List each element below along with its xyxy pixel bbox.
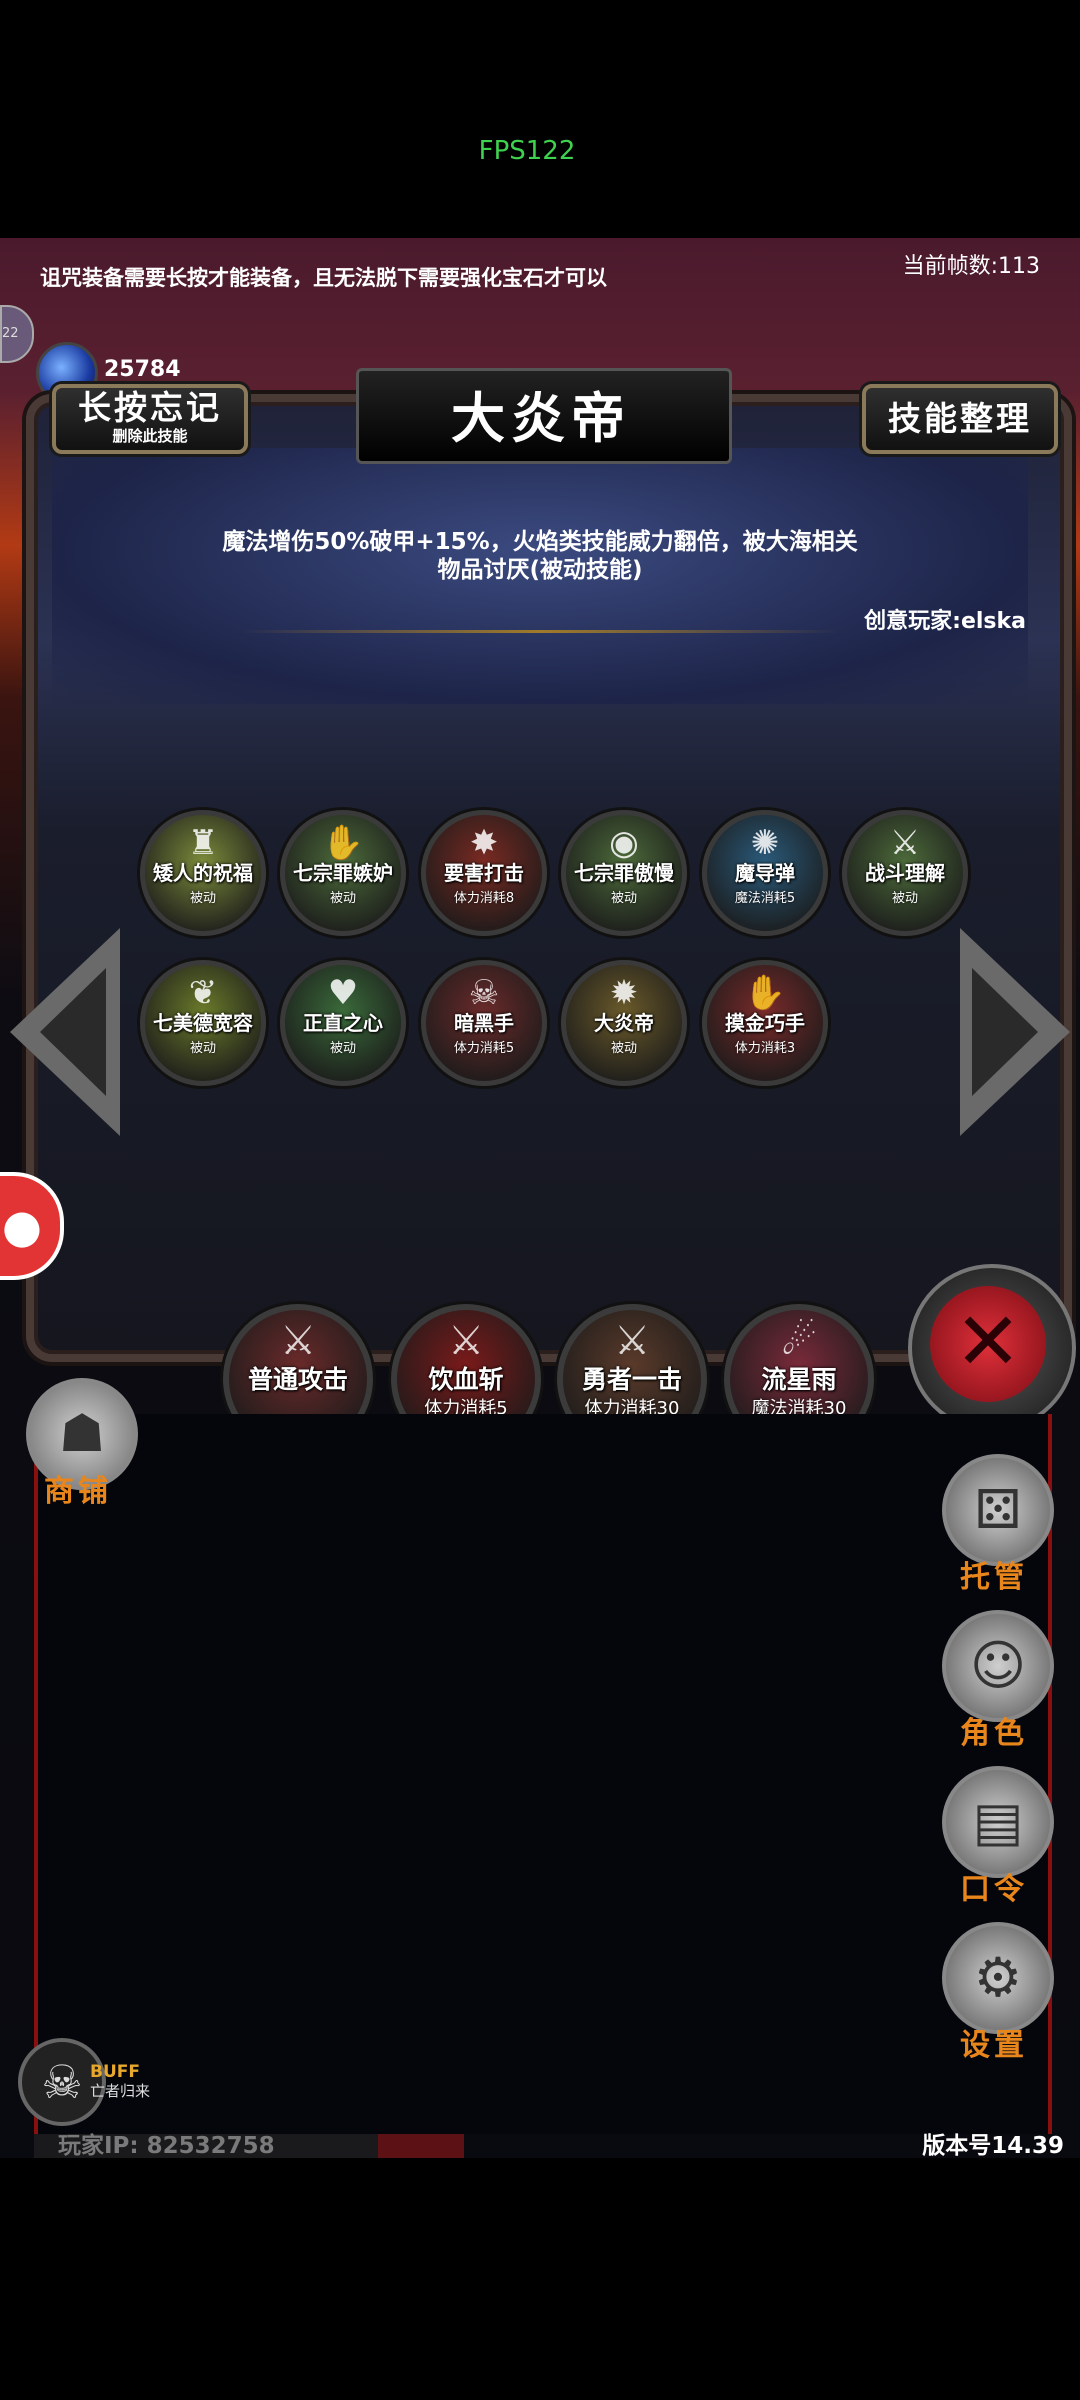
skill-cost: 被动 bbox=[189, 1041, 216, 1056]
skill-name: 暗黑手 bbox=[454, 1011, 514, 1035]
action-skill-name: 普通攻击 bbox=[247, 1365, 348, 1394]
next-arrow-inner bbox=[972, 968, 1038, 1096]
skill-name: 七美德宽容 bbox=[153, 1011, 253, 1035]
skill-cost: 被动 bbox=[891, 891, 918, 906]
prev-arrow-inner bbox=[40, 968, 106, 1096]
skill-name: 魔导弹 bbox=[735, 861, 795, 885]
creator-credit: 创意玩家:elska bbox=[864, 609, 1026, 634]
skill-name: 要害打击 bbox=[444, 861, 524, 885]
skill-name: 摸金巧手 bbox=[725, 1011, 805, 1035]
skill-name: 正直之心 bbox=[303, 1011, 383, 1035]
skill-name: 七宗罪傲慢 bbox=[574, 861, 674, 885]
skill-cost: 被动 bbox=[329, 1041, 356, 1056]
notice-text: 诅咒装备需要长按才能装备，且无法脱下需要强化宝石才可以 bbox=[40, 266, 607, 290]
action-skill-name: 饮血斩 bbox=[428, 1365, 504, 1394]
sidebar-label[interactable]: 设置 bbox=[942, 2020, 1046, 2064]
skill-slot[interactable]: ❦ 七美德宽容 被动 bbox=[140, 960, 266, 1086]
skill-slot[interactable]: ✋ 摸金巧手 体力消耗3 bbox=[702, 960, 828, 1086]
skill-name: 战斗理解 bbox=[865, 861, 945, 885]
cross-swords-icon: ⚔ bbox=[614, 1318, 650, 1364]
skill-slot[interactable]: ✋ 七宗罪嫉妒 被动 bbox=[280, 810, 406, 936]
meteor-icon: ☄ bbox=[781, 1318, 817, 1364]
sword-icon: ⚔ bbox=[280, 1318, 316, 1364]
forget-button-sub: 删除此技能 bbox=[112, 427, 188, 445]
skill-cost: 被动 bbox=[189, 891, 216, 906]
skill-cost: 被动 bbox=[610, 1041, 637, 1056]
skill-cost: 魔法消耗5 bbox=[734, 891, 796, 906]
skill-cost: 体力消耗8 bbox=[453, 891, 515, 906]
dice-icon[interactable]: ⚄ bbox=[942, 1454, 1054, 1566]
skill-title: 大炎帝 bbox=[451, 387, 631, 450]
buff-sub: 亡者归来 bbox=[90, 2082, 151, 2100]
skill-cost: 体力消耗3 bbox=[734, 1041, 796, 1056]
player-ip: 玩家IP: 82532758 bbox=[58, 2133, 275, 2159]
skill-name: 矮人的祝福 bbox=[153, 861, 253, 885]
gem-count: 25784 bbox=[104, 357, 181, 382]
divider bbox=[240, 630, 840, 633]
skill-slot[interactable]: ☠ 暗黑手 体力消耗5 bbox=[421, 960, 547, 1086]
lower-area bbox=[34, 1414, 1052, 2134]
frame-count: 当前帧数:113 bbox=[902, 254, 1040, 279]
sidebar-label[interactable]: 托管 bbox=[942, 1552, 1046, 1596]
skill-slot[interactable]: ⚔ 战斗理解 被动 bbox=[842, 810, 968, 936]
sidebar-label[interactable]: 角色 bbox=[942, 1708, 1046, 1752]
shop-label[interactable]: 商铺 bbox=[26, 1466, 130, 1510]
skill-cost: 被动 bbox=[610, 891, 637, 906]
scroll-icon[interactable]: ▤ bbox=[942, 1766, 1054, 1878]
forget-button-label: 长按忘记 bbox=[78, 388, 222, 427]
skill-slot[interactable]: ✺ 魔导弹 魔法消耗5 bbox=[702, 810, 828, 936]
skill-slot[interactable]: ✹ 大炎帝 被动 bbox=[561, 960, 687, 1086]
sort-skills-button[interactable]: 技能整理 bbox=[862, 384, 1058, 454]
action-skill-name: 勇者一击 bbox=[581, 1365, 682, 1394]
skill-slot[interactable]: ♜ 矮人的祝福 被动 bbox=[140, 810, 266, 936]
blade-icon: ⚔ bbox=[448, 1318, 484, 1364]
gear-icon[interactable]: ⚙ bbox=[942, 1922, 1054, 2034]
skill-description: 魔法增伤50%破甲+15%，火焰类技能威力翻倍，被大海相关物品讨厌(被动技能) bbox=[222, 529, 858, 583]
action-skill-name: 流星雨 bbox=[761, 1365, 837, 1394]
close-icon[interactable]: ✕ bbox=[930, 1286, 1046, 1402]
sidebar-label[interactable]: 口令 bbox=[942, 1864, 1046, 1908]
skill-slot[interactable]: ♥ 正直之心 被动 bbox=[280, 960, 406, 1086]
version-number: 版本号14.39 bbox=[922, 2133, 1064, 2159]
skill-slot[interactable]: ✸ 要害打击 体力消耗8 bbox=[421, 810, 547, 936]
character-icon[interactable]: ☺ bbox=[942, 1610, 1054, 1722]
fps-counter: FPS122 bbox=[478, 136, 576, 166]
buff-label: BUFF bbox=[90, 2062, 140, 2082]
forget-skill-button[interactable]: 长按忘记 删除此技能 bbox=[52, 384, 248, 454]
skill-slot[interactable]: ◉ 七宗罪傲慢 被动 bbox=[561, 810, 687, 936]
skill-name: 大炎帝 bbox=[594, 1011, 654, 1035]
skill-name: 七宗罪嫉妒 bbox=[293, 861, 393, 885]
skill-cost: 被动 bbox=[329, 891, 356, 906]
skill-cost: 体力消耗5 bbox=[453, 1041, 515, 1056]
